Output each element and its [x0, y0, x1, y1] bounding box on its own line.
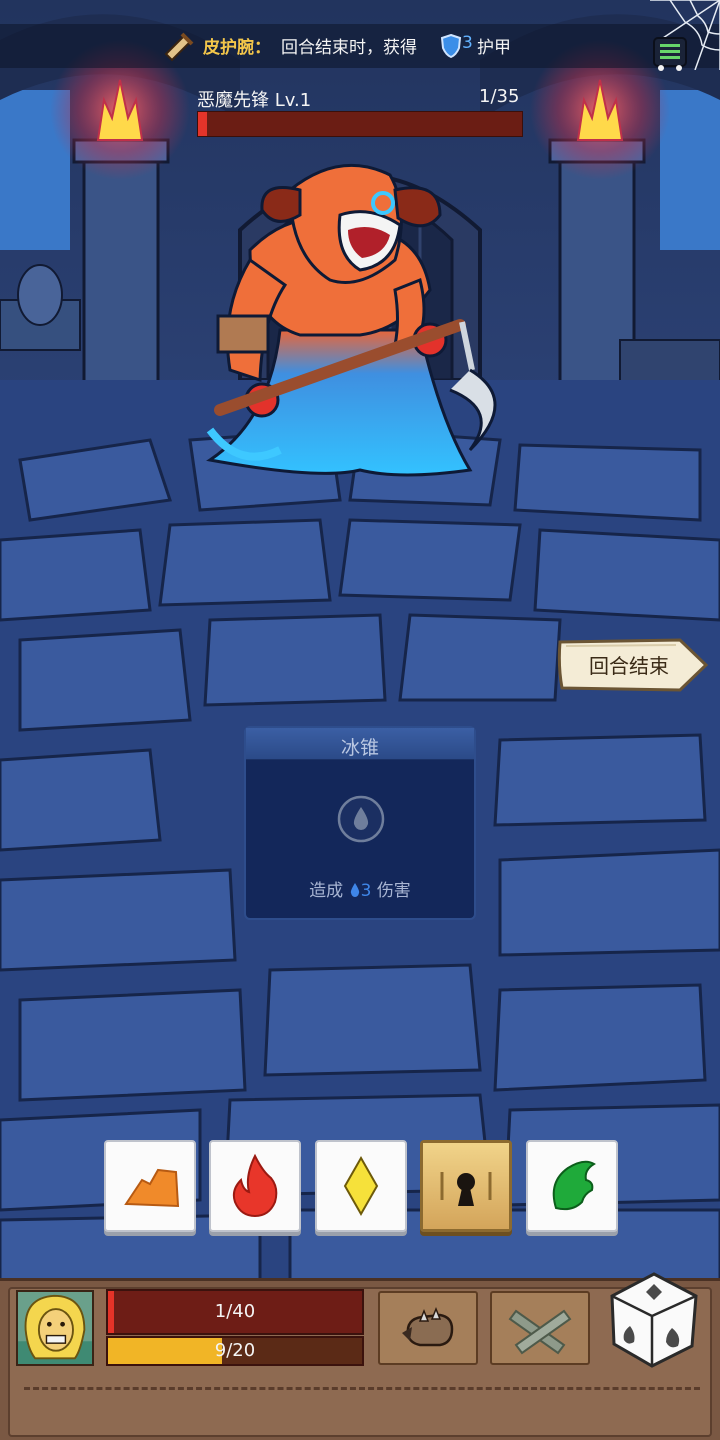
player-xp-text: 9/20 [214, 1340, 256, 1361]
buff-armor-value: 3 [462, 33, 473, 53]
enemy-hp-bar [197, 111, 523, 137]
skill-card-title: 冰锥 [340, 737, 379, 759]
buff-name: 皮护腕： [203, 38, 271, 58]
skill-desc-prefix: 造成 [309, 881, 344, 901]
enemy-hp-fill [198, 112, 208, 136]
hero-face-icon [18, 1294, 92, 1364]
panel-divider [24, 1387, 700, 1390]
roll-dice-button[interactable] [606, 1270, 702, 1370]
die-light[interactable] [315, 1140, 407, 1232]
die-fire[interactable] [209, 1140, 301, 1232]
buff-description: 回合结束时，获得 [281, 38, 417, 58]
menu-icon[interactable] [650, 32, 690, 72]
die-nature[interactable] [526, 1140, 618, 1232]
buff-suffix: 护甲 [477, 38, 511, 58]
skill-desc-value: 3 [360, 881, 372, 901]
enemy-name: 恶魔先锋 Lv.1 [197, 90, 312, 111]
player-hp-text: 1/40 [214, 1301, 256, 1322]
end-turn-button[interactable] [556, 636, 710, 694]
lock-icon [422, 1142, 510, 1230]
skill-card-ice-cone[interactable]: 冰锥 造成 3 伤害 [244, 726, 476, 920]
skill-card-header: 冰锥 [246, 728, 474, 760]
bracer-icon [164, 32, 194, 62]
skill-desc-suffix: 伤害 [376, 881, 411, 901]
skill-card-description: 造成 3 伤害 [246, 876, 474, 901]
crossed-bandage-icon [508, 1309, 572, 1355]
earth-rock-icon [124, 1168, 180, 1208]
die-earth[interactable] [104, 1140, 196, 1232]
green-leaf-icon [552, 1160, 596, 1211]
ability-crossed-bandage[interactable] [490, 1291, 590, 1365]
spiked-fist-icon [402, 1306, 454, 1347]
enemy-hp-text: 1/35 [479, 86, 520, 107]
ability-spiked-fist[interactable] [378, 1291, 478, 1365]
fire-icon [232, 1153, 278, 1218]
hero-portrait[interactable] [16, 1290, 94, 1366]
water-drop-small-icon [350, 883, 359, 897]
die-locked[interactable] [420, 1140, 512, 1232]
water-drop-icon[interactable] [336, 794, 386, 844]
yellow-diamond-icon [343, 1155, 379, 1217]
shield-icon [440, 34, 462, 58]
